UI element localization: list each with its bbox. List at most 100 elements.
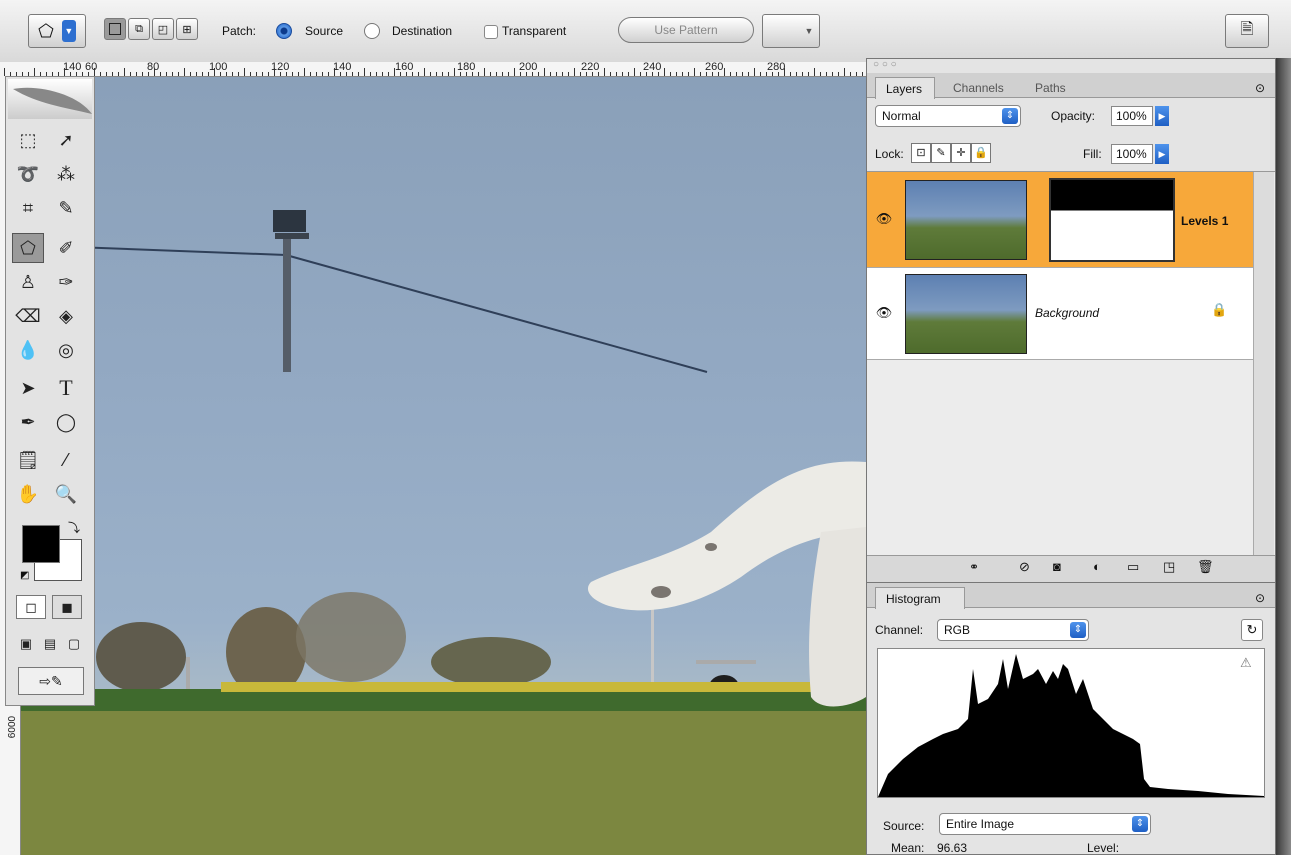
lock-position-icon[interactable]: ✛ — [951, 143, 971, 163]
ruler-tick-mark — [220, 72, 221, 76]
new-layer-icon[interactable]: ◳ — [1163, 559, 1175, 575]
source-radio[interactable] — [276, 23, 292, 39]
paint-bucket-tool[interactable]: ◈ — [50, 301, 82, 331]
default-colors-icon[interactable]: ◩ — [20, 570, 29, 581]
add-mask-icon[interactable]: ◙ — [1053, 559, 1061, 574]
destination-radio[interactable] — [364, 23, 380, 39]
shape-tool[interactable]: ◯ — [50, 407, 82, 437]
light-pole — [283, 237, 291, 372]
visibility-eye-icon[interactable]: 👁 — [873, 302, 895, 324]
select-arrow-icon: ⇕ — [1070, 622, 1086, 638]
hand-tool[interactable]: ✋ — [12, 479, 44, 509]
intersect-selection-button[interactable]: ⊞ — [176, 18, 198, 40]
use-pattern-button[interactable]: Use Pattern — [618, 17, 754, 43]
tab-layers[interactable]: Layers — [875, 77, 935, 99]
zoom-tool[interactable]: 🔍 — [50, 479, 82, 509]
fill-input[interactable]: 100% — [1111, 144, 1153, 164]
magic-wand-tool[interactable]: ⁂ — [50, 159, 82, 189]
ruler-tick-mark — [142, 72, 143, 76]
foreground-color-swatch[interactable] — [22, 525, 60, 563]
quick-mask-button[interactable]: ◼ — [52, 595, 82, 619]
layers-scrollbar[interactable] — [1253, 172, 1274, 556]
opacity-input[interactable]: 100% — [1111, 106, 1153, 126]
document-canvas[interactable] — [21, 77, 866, 855]
patch-tool-icon: ⬠ — [38, 20, 54, 41]
path-selection-tool[interactable]: ➤ — [12, 373, 44, 403]
subtract-selection-button[interactable]: ◰ — [152, 18, 174, 40]
lock-pixels-icon[interactable]: ✎ — [931, 143, 951, 163]
layer-row-background[interactable]: 👁 Background 🔒 — [867, 268, 1253, 360]
clone-stamp-tool[interactable]: ♙ — [12, 267, 44, 297]
tab-paths[interactable]: Paths — [1035, 81, 1066, 95]
visibility-eye-icon[interactable]: 👁 — [873, 208, 895, 230]
pen-tool[interactable]: ✒ — [12, 407, 44, 437]
warning-icon[interactable]: ⚠ — [1240, 655, 1252, 671]
ruler-tick-mark — [802, 72, 803, 76]
window-controls[interactable]: ○ ○ ○ — [873, 59, 897, 70]
dropdown-arrow-icon: ▼ — [804, 26, 814, 36]
ruler-tick-mark — [436, 72, 437, 76]
ruler-tick-mark — [352, 72, 353, 76]
history-brush-tool[interactable]: ✑ — [50, 267, 82, 297]
screen-mode-standard[interactable]: ▣ — [14, 633, 38, 655]
blend-mode-select[interactable]: Normal ⇕ — [875, 105, 1021, 127]
ruler-tick-mark — [280, 72, 281, 76]
crop-tool[interactable]: ⌗ — [12, 193, 44, 223]
photo-scene — [21, 210, 866, 855]
source-select[interactable]: Entire Image ⇕ — [939, 813, 1151, 835]
ruler-tick-mark — [394, 68, 395, 76]
ruler-tick-mark — [556, 72, 557, 76]
lock-all-icon[interactable]: 🔒 — [971, 143, 991, 163]
pattern-picker[interactable]: ▼ — [762, 14, 820, 48]
jump-to-imageready-button[interactable]: ⇨✎ — [18, 667, 84, 695]
brush-tool[interactable]: ✐ — [50, 233, 82, 263]
ruler-tick-mark — [748, 72, 749, 76]
add-to-selection-button[interactable]: ⧉ — [128, 18, 150, 40]
refresh-icon[interactable]: ↻ — [1241, 619, 1263, 641]
new-group-icon[interactable]: ▭ — [1127, 559, 1139, 575]
layer-row-levels[interactable]: 👁 Levels 1 — [867, 172, 1253, 268]
patch-icon: ⬠ — [20, 237, 36, 258]
dodge-tool[interactable]: ◎ — [50, 335, 82, 365]
eyedropper-tool[interactable]: ⁄ — [50, 445, 82, 475]
screen-mode-full-menu[interactable]: ▤ — [38, 633, 62, 655]
ruler-tick-mark — [790, 72, 791, 76]
blur-tool[interactable]: 💧 — [12, 335, 44, 365]
histogram-graph: ⚠ — [877, 648, 1265, 798]
move-tool[interactable]: ➚ — [50, 125, 82, 155]
marquee-tool[interactable]: ⬚ — [12, 125, 44, 155]
standard-mode-button[interactable]: ◻ — [16, 595, 46, 619]
tab-histogram[interactable]: Histogram — [875, 587, 965, 609]
patch-tool[interactable]: ⬠ — [12, 233, 44, 263]
ruler-tick-label: 280 — [767, 61, 786, 73]
layer-mask-thumbnail[interactable] — [1049, 178, 1175, 262]
dog-hind-leg — [809, 527, 866, 707]
new-selection-button[interactable] — [104, 18, 126, 40]
type-tool[interactable]: T — [50, 373, 82, 403]
transparent-checkbox[interactable] — [484, 25, 498, 39]
fill-slider-arrow[interactable]: ▶ — [1155, 144, 1169, 164]
select-arrow-icon: ⇕ — [1132, 816, 1148, 832]
adjustment-layer-icon[interactable]: ◐ — [1093, 559, 1101, 574]
lock-transparency-icon[interactable]: ⊡ — [911, 143, 931, 163]
notes-tool[interactable]: 🗒 — [12, 445, 44, 475]
slice-tool[interactable]: ✎ — [50, 193, 82, 223]
layer-style-icon[interactable]: ⊘ — [1019, 559, 1030, 575]
layer-lock-icon: 🔒 — [1211, 302, 1228, 317]
channel-select[interactable]: RGB ⇕ — [937, 619, 1089, 641]
lasso-tool[interactable]: ➰ — [12, 159, 44, 189]
ruler-tick-mark — [778, 72, 779, 76]
tab-channels[interactable]: Channels — [953, 81, 1004, 95]
swap-colors-icon[interactable]: ⤵ — [68, 519, 80, 536]
eraser-tool[interactable]: ⌫ — [12, 301, 44, 331]
patch-tool-preset-picker[interactable]: ⬠ ▼ — [28, 14, 86, 48]
file-browser-button[interactable]: 🗎 — [1225, 14, 1269, 48]
ruler-tick-mark — [304, 68, 305, 76]
panel-menu-icon[interactable]: ⊙ — [1255, 81, 1265, 95]
opacity-slider-arrow[interactable]: ▶ — [1155, 106, 1169, 126]
link-layers-icon[interactable]: ⚭ — [969, 560, 979, 574]
screen-mode-icon: ▢ — [67, 636, 81, 651]
panel-menu-icon[interactable]: ⊙ — [1255, 591, 1265, 605]
screen-mode-full[interactable]: ▢ — [62, 633, 86, 655]
trash-icon[interactable]: 🗑 — [1197, 559, 1214, 575]
